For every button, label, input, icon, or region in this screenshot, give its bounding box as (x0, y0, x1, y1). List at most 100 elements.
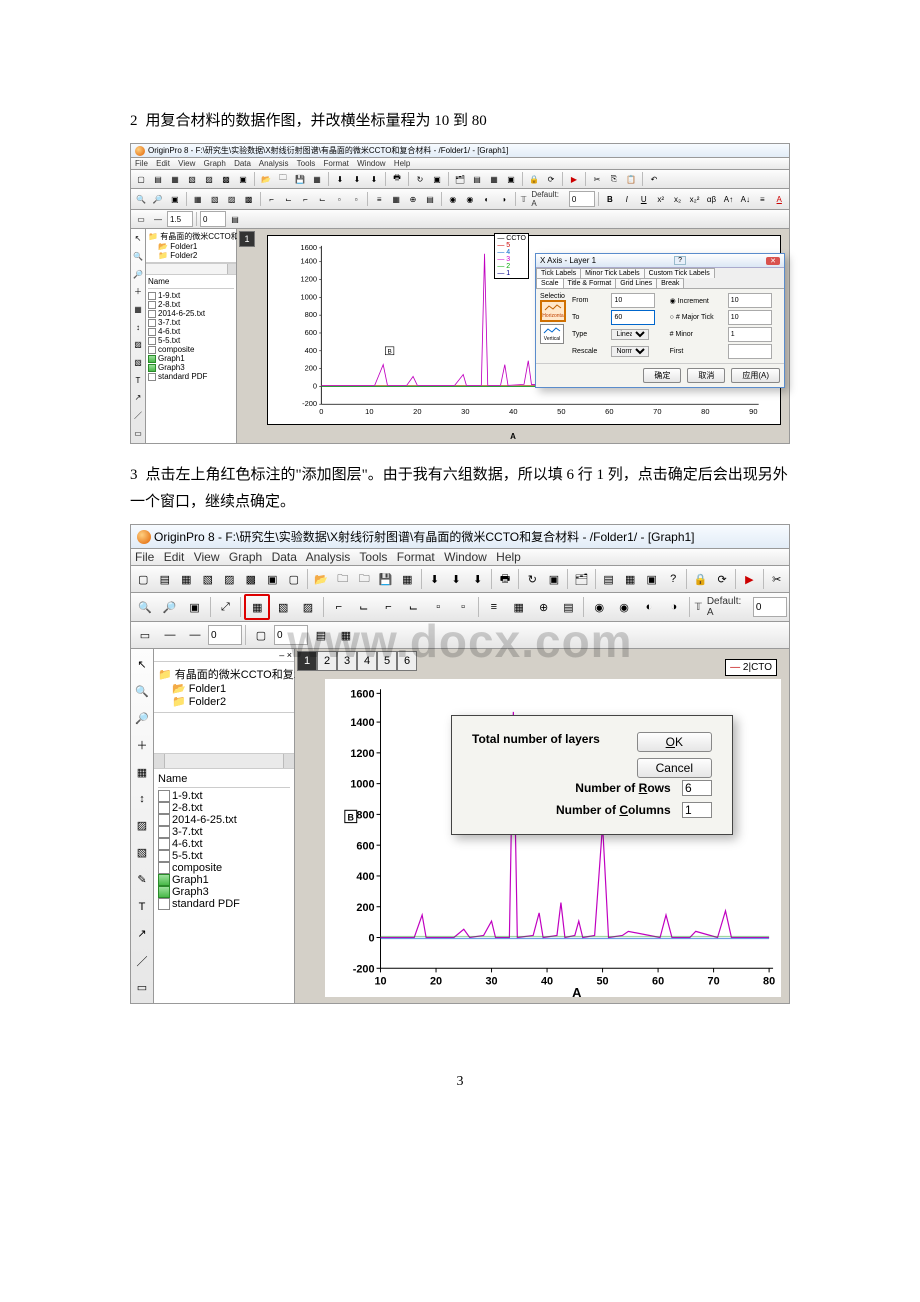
layer-tab-3[interactable]: 3 (337, 651, 357, 671)
menu-edit[interactable]: Edit (164, 550, 185, 564)
recalc-icon[interactable]: ⟳ (543, 171, 559, 187)
results-log-icon[interactable]: ▤ (598, 567, 619, 591)
text-tool-icon[interactable]: T (130, 372, 146, 388)
new-graph-icon[interactable]: ▧ (184, 171, 200, 187)
new-color-scale-icon[interactable]: ▤ (557, 595, 581, 619)
menu-help[interactable]: Help (496, 550, 521, 564)
draw-tool-icon[interactable]: ✎ (130, 868, 154, 891)
close-icon[interactable]: ✕ (766, 257, 780, 265)
menu-data[interactable]: Data (272, 550, 297, 564)
font-size-input[interactable] (753, 597, 787, 617)
pointer-tool-icon[interactable]: ↖ (130, 231, 146, 247)
extract-layers-icon[interactable]: ▨ (296, 595, 320, 619)
undo-icon[interactable]: ↶ (646, 171, 662, 187)
zoom-out-icon[interactable]: 🔎 (158, 595, 182, 619)
tab-scale[interactable]: Scale (536, 278, 564, 288)
subsup-icon[interactable]: x₂² (687, 191, 703, 207)
pointer-icon[interactable]: ▶ (739, 567, 760, 591)
line-style-icon[interactable]: — (183, 623, 207, 647)
layer-tab-4[interactable]: 4 (357, 651, 377, 671)
mask-tool-icon[interactable]: ▨ (130, 337, 146, 353)
font-default[interactable]: Default: A (705, 596, 752, 618)
increment-input[interactable] (728, 293, 772, 308)
refresh-icon[interactable]: ↻ (522, 567, 543, 591)
minor-ticks-input[interactable] (728, 327, 772, 342)
new-workbook-icon[interactable]: ▤ (155, 567, 176, 591)
arrow-tool-icon[interactable]: ↗ (130, 922, 154, 945)
from-input[interactable] (611, 293, 655, 308)
hide-icon[interactable]: ◐ (479, 191, 495, 207)
cut-icon[interactable]: ✂ (767, 567, 788, 591)
line-tool-icon[interactable]: ／ (130, 408, 146, 424)
list-item[interactable]: 1-9.txt (148, 291, 234, 300)
fill-color-icon[interactable]: ▭ (133, 623, 157, 647)
print-icon[interactable]: 🖶 (495, 567, 516, 591)
dialog-title-bar[interactable]: X Axis - Layer 1 ? ✕ (536, 254, 784, 268)
reader-tool-icon[interactable]: ＋ (130, 734, 154, 757)
subscript-icon[interactable]: x₂ (670, 191, 686, 207)
symbol-size-input[interactable] (274, 625, 308, 645)
folder-tree[interactable]: 📁 有晶面的微米CCTO和复1 📂 Folder1 📁 Folder2 (154, 662, 294, 713)
mask-tool-icon[interactable]: ▨ (130, 815, 154, 838)
layer-tab-1[interactable]: 1 (297, 651, 317, 671)
command-window-icon[interactable]: ▣ (503, 171, 519, 187)
to-input[interactable] (611, 310, 655, 325)
code-builder-icon[interactable]: ▦ (620, 567, 641, 591)
mask-icon[interactable]: ◉ (445, 191, 461, 207)
menu-graph[interactable]: Graph (229, 550, 262, 564)
list-item[interactable]: 1-9.txt (158, 790, 290, 802)
menu-window[interactable]: Window (444, 550, 487, 564)
layer-mgmt-icon[interactable]: ▧ (207, 191, 223, 207)
help-icon[interactable]: ? (674, 256, 686, 265)
list-item[interactable]: 5-5.txt (148, 336, 234, 345)
mask-icon[interactable]: ◉ (587, 595, 611, 619)
date-icon[interactable]: ▦ (388, 191, 404, 207)
cancel-button[interactable]: Cancel (637, 758, 712, 778)
decrease-font-icon[interactable]: A↓ (737, 191, 753, 207)
horizontal-axis-button[interactable]: Horizonta (540, 300, 566, 322)
axes-inset-icon[interactable]: ▫ (426, 595, 450, 619)
open-icon[interactable]: 📂 (311, 567, 332, 591)
increase-font-icon[interactable]: A↑ (720, 191, 736, 207)
arrow-tool-icon[interactable]: ↗ (130, 390, 146, 406)
superscript-icon[interactable]: x² (653, 191, 669, 207)
vertical-axis-button[interactable]: Vertical (540, 324, 564, 344)
recalc-icon[interactable]: ⟳ (712, 567, 733, 591)
menu-format[interactable]: Format (397, 550, 435, 564)
ok-button[interactable]: 确定 (643, 368, 681, 383)
axes-bottom-icon[interactable]: ⌙ (352, 595, 376, 619)
zoom-in-icon[interactable]: 🔍 (133, 191, 149, 207)
axes-bottom-icon[interactable]: ⌙ (281, 191, 297, 207)
cut-icon[interactable]: ✂ (589, 171, 605, 187)
import-ascii-icon[interactable]: ⬇ (446, 567, 467, 591)
new-notes-icon[interactable]: ▣ (235, 171, 251, 187)
duplicate-icon[interactable]: ▣ (544, 567, 565, 591)
new-excel-icon[interactable]: ▦ (176, 567, 197, 591)
menu-window[interactable]: Window (357, 159, 385, 168)
command-window-icon[interactable]: ▣ (641, 567, 662, 591)
new-matrix-icon[interactable]: ▨ (219, 567, 240, 591)
date-icon[interactable]: ▦ (507, 595, 531, 619)
list-item[interactable]: Graph1 (148, 354, 234, 363)
zoom-tool-icon[interactable]: 🔍 (130, 249, 146, 265)
font-default[interactable]: Default: A (529, 190, 568, 208)
open-template-icon[interactable]: 🗀 (332, 567, 353, 591)
align-icon[interactable]: ≡ (754, 191, 770, 207)
import-wizard-icon[interactable]: ⬇ (424, 567, 445, 591)
extract-layers-icon[interactable]: ▨ (224, 191, 240, 207)
greek-icon[interactable]: αβ (704, 191, 720, 207)
list-item[interactable]: standard PDF (158, 898, 290, 910)
list-item[interactable]: Graph3 (148, 363, 234, 372)
pointer-icon[interactable]: ▶ (566, 171, 582, 187)
axes-right-icon[interactable]: ⌙ (401, 595, 425, 619)
whole-page-icon[interactable]: ▣ (167, 191, 183, 207)
major-ticks-input[interactable] (728, 310, 772, 325)
list-item[interactable]: 3-7.txt (148, 318, 234, 327)
list-item[interactable]: 4-6.txt (158, 838, 290, 850)
new-workbook-icon[interactable]: ▤ (150, 171, 166, 187)
rescale-select[interactable]: Normal (611, 346, 649, 357)
list-item[interactable]: standard PDF (148, 372, 234, 381)
add-layer-icon[interactable]: ▦ (190, 191, 206, 207)
axes-top-icon[interactable]: ⌐ (377, 595, 401, 619)
italic-icon[interactable]: I (619, 191, 635, 207)
